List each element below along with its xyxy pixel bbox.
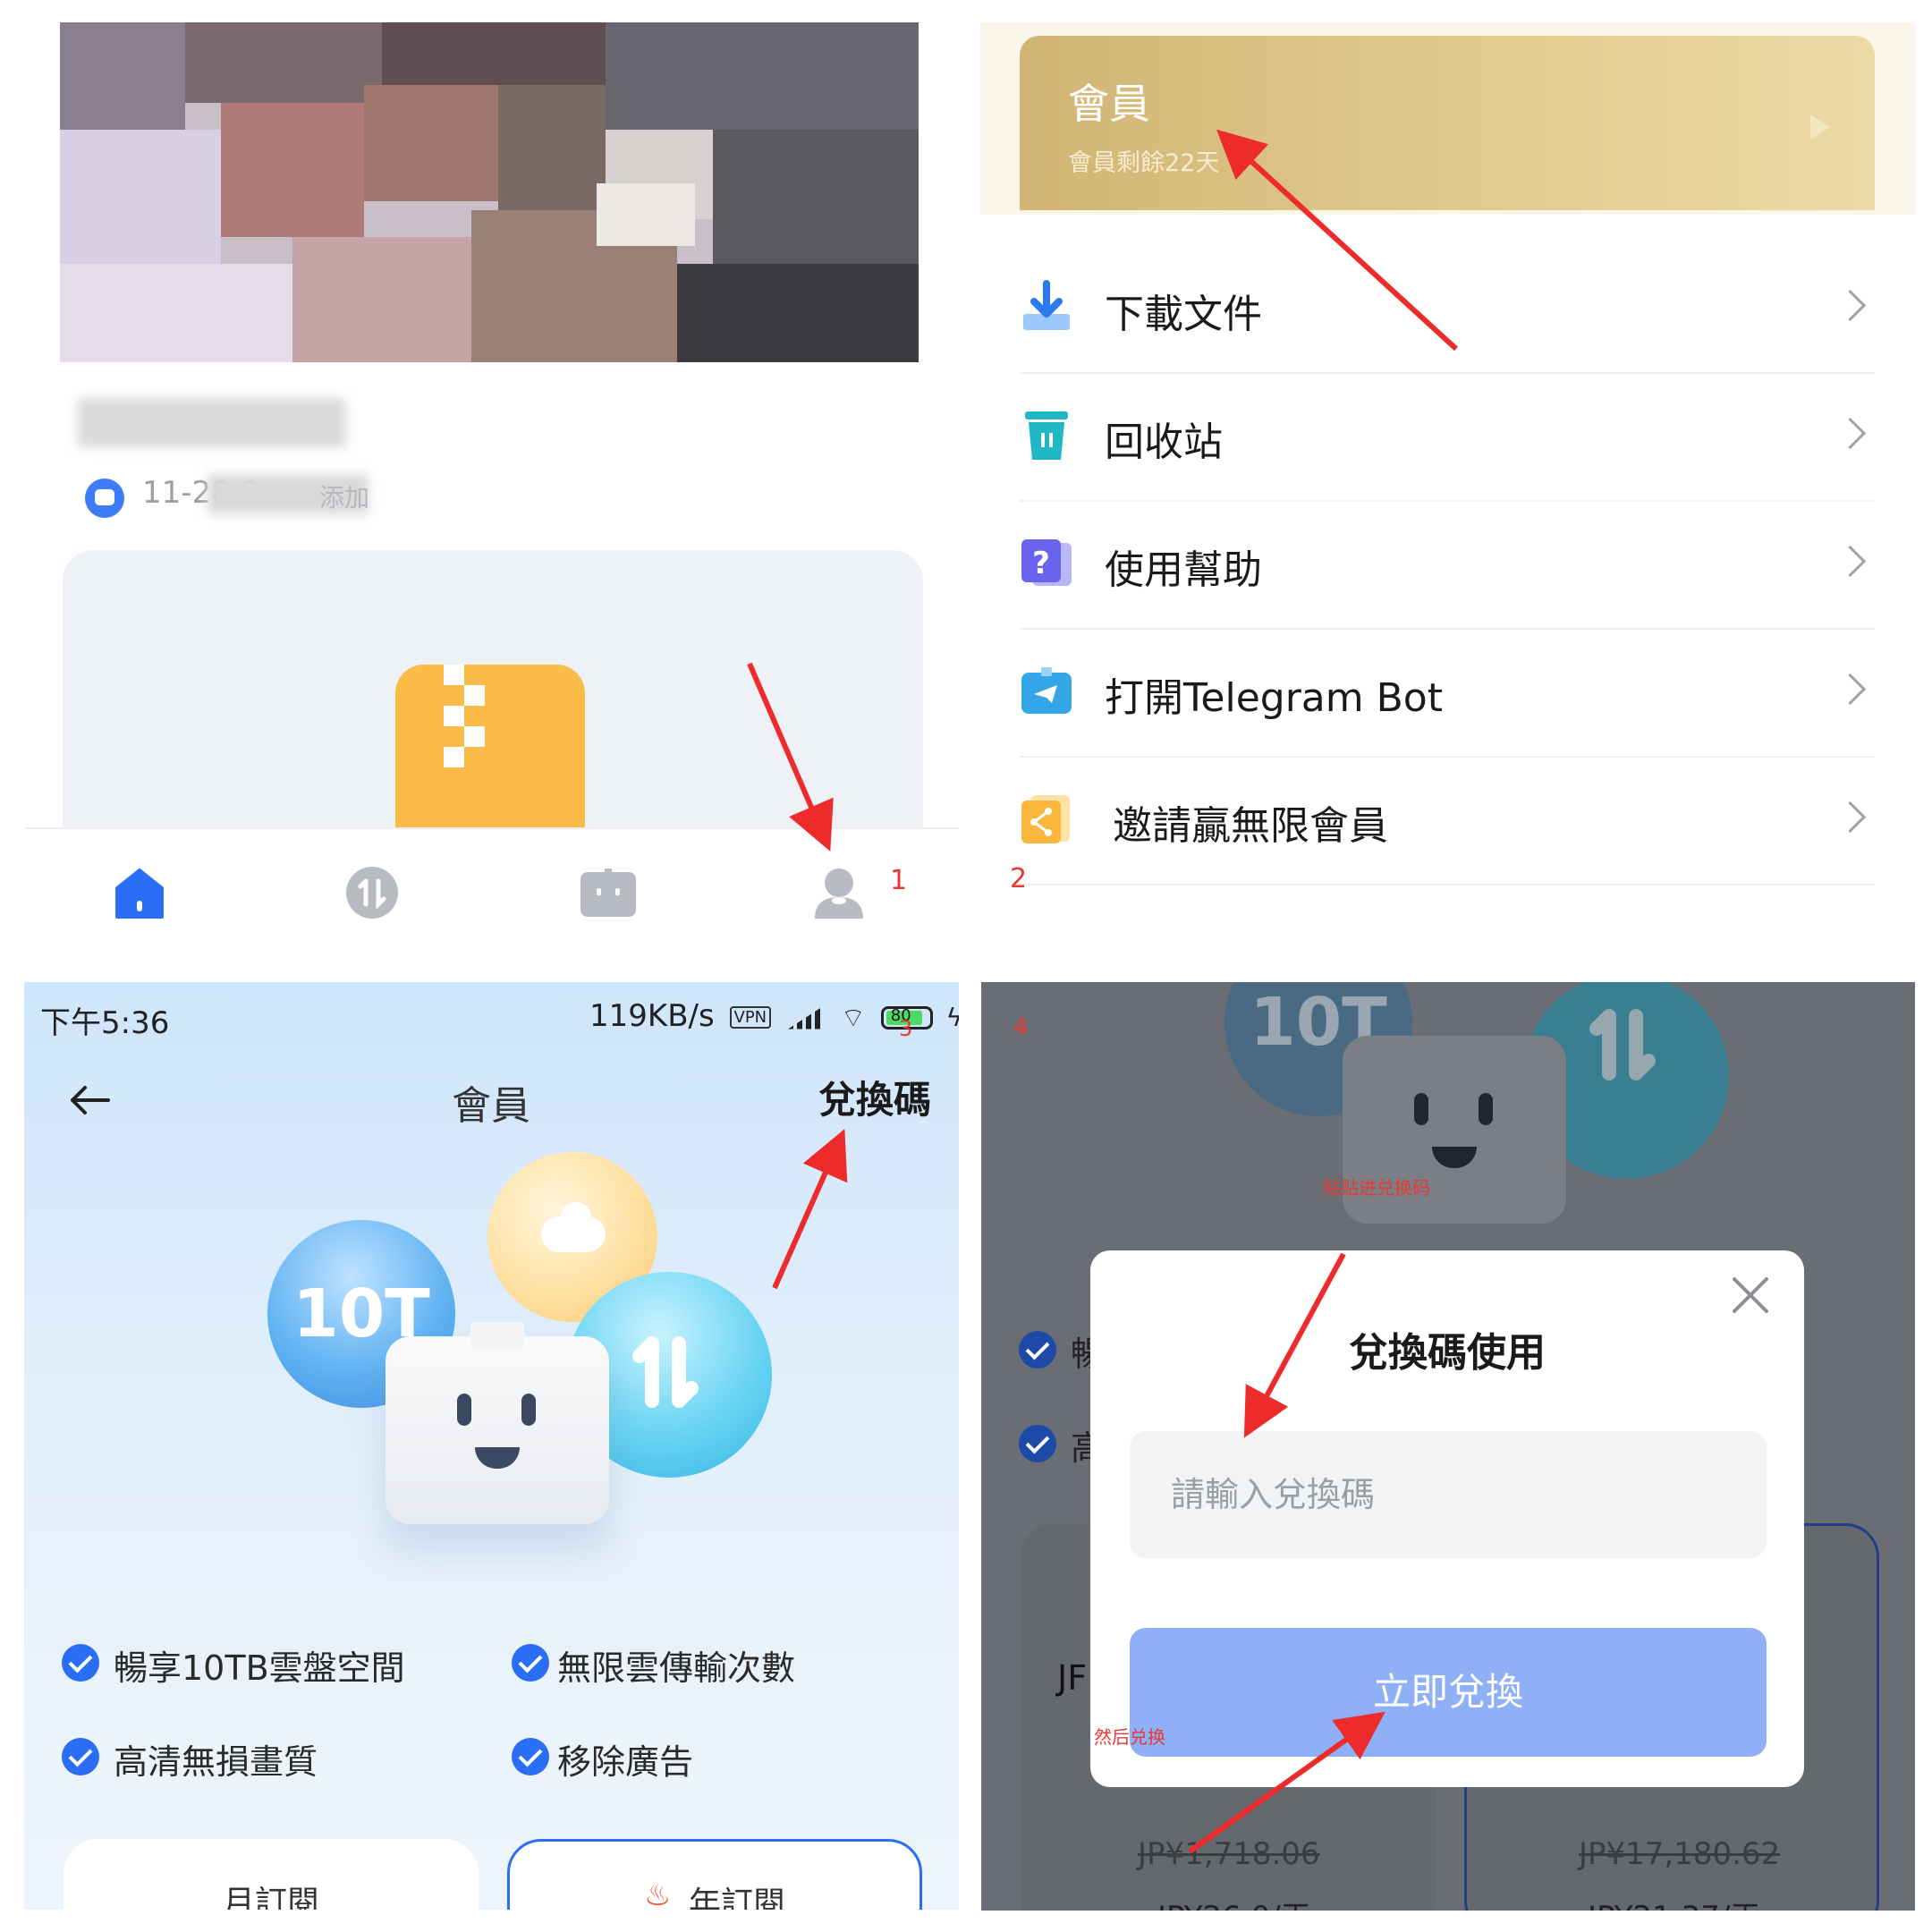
- old-price-yearly: JP¥17,180.62: [1579, 1836, 1781, 1872]
- svg-text:?: ?: [1032, 546, 1050, 581]
- menu-label: 邀請贏無限會員: [1113, 803, 1388, 849]
- vip-title: 會員: [1068, 80, 1150, 128]
- mascot-box: [386, 1322, 609, 1524]
- dialog-title: 兌換碼使用: [1349, 1330, 1546, 1376]
- redeem-code-link[interactable]: 兌換碼: [818, 1070, 931, 1124]
- check-icon: [512, 1644, 549, 1682]
- telegram-icon: [1020, 664, 1073, 717]
- vip-card[interactable]: 會員 會員剩餘22天: [1020, 36, 1875, 210]
- blurred-filename: [78, 398, 346, 447]
- chevron-right-icon: [1834, 673, 1867, 706]
- check-icon: [1019, 1425, 1056, 1462]
- check-icon: [62, 1738, 99, 1775]
- bot-icon: [85, 479, 124, 518]
- step-number-1: 1: [890, 865, 908, 896]
- check-icon: [62, 1644, 99, 1682]
- menu-item-trash[interactable]: 回收站: [1020, 372, 1875, 502]
- signal-icon: [787, 1005, 824, 1030]
- home-tab-icon[interactable]: [112, 865, 167, 920]
- menu-label: 打開Telegram Bot: [1105, 675, 1443, 721]
- share-icon: [1020, 792, 1073, 845]
- zip-file-icon: [395, 665, 585, 854]
- step-number-2: 2: [1010, 863, 1028, 894]
- status-time: 下午5:36: [40, 1005, 170, 1041]
- feature-storage: 暢享10TB雲盤空間: [114, 1648, 405, 1688]
- panel-2-profile-menu: 會員 會員剩餘22天 下載文件 回收站 ? 使用幫助 打開Telegram Bo…: [980, 22, 1915, 935]
- wifi-icon: ⌔: [840, 1002, 866, 1034]
- redeem-now-button[interactable]: 立即兌換: [1130, 1628, 1767, 1757]
- menu-item-invite[interactable]: 邀請贏無限會員: [1020, 756, 1875, 886]
- play-icon: [1810, 114, 1830, 140]
- download-icon: [1020, 280, 1073, 334]
- step-number-4: 4: [1013, 1014, 1029, 1041]
- file-added-label: 添加: [319, 483, 370, 513]
- mascot-mouth: [475, 1447, 520, 1469]
- vpn-badge: VPN: [729, 1006, 772, 1029]
- check-icon: [1019, 1331, 1056, 1368]
- chevron-right-icon: [1834, 545, 1867, 578]
- menu-item-download[interactable]: 下載文件: [1020, 244, 1875, 374]
- transfer-icon: [632, 1336, 699, 1408]
- menu-item-help[interactable]: ? 使用幫助: [1020, 500, 1875, 630]
- plan-label: 年訂閱: [689, 1885, 786, 1910]
- bottom-tab-bar: [24, 827, 959, 935]
- help-icon: ?: [1020, 536, 1073, 589]
- plan-monthly[interactable]: 月訂閱: [64, 1839, 479, 1910]
- note-then-redeem: 然后兑换: [1094, 1726, 1165, 1748]
- feature-no-ads: 移除廣告: [557, 1742, 694, 1782]
- vip-remaining: 會員剩餘22天: [1068, 149, 1220, 177]
- transfer-icon: [1589, 1009, 1656, 1080]
- chevron-right-icon: [1834, 801, 1867, 834]
- plan-yearly[interactable]: ♨ 年訂閱: [507, 1839, 922, 1910]
- chevron-right-icon: [1834, 289, 1867, 322]
- menu-label: 回收站: [1105, 419, 1223, 465]
- charging-icon: ϟ: [945, 1003, 959, 1032]
- redeem-dialog: 兌換碼使用 立即兌換: [1090, 1250, 1804, 1787]
- per-day-yearly: JPY21.37/天: [1588, 1893, 1760, 1911]
- mascot-eye: [457, 1394, 471, 1426]
- transfer-tab-icon[interactable]: [344, 865, 400, 920]
- step-number-3: 3: [899, 1016, 913, 1041]
- panel-4-redeem-dialog: 10T 暢 高 JF JP¥1,718.06 JP¥17,180.62 JPY2…: [981, 982, 1915, 1911]
- profile-tab-icon[interactable]: [811, 865, 867, 920]
- per-day-monthly: JPY26.0/天: [1157, 1893, 1311, 1911]
- mascot-eye: [521, 1394, 536, 1426]
- chevron-right-icon: [1834, 417, 1867, 450]
- feature-quality: 高清無損畫質: [114, 1742, 318, 1782]
- pixelated-thumbnail: [60, 22, 919, 362]
- feature-transfer: 無限雲傳輸次數: [557, 1648, 796, 1688]
- menu-label: 使用幫助: [1105, 547, 1262, 593]
- close-icon[interactable]: [1731, 1275, 1770, 1315]
- note-paste-code: 粘贴进兑换码: [1323, 1177, 1430, 1199]
- menu-label: 下載文件: [1105, 292, 1262, 337]
- check-icon: [512, 1738, 549, 1775]
- box-tab-icon[interactable]: [579, 865, 636, 920]
- page-title: 會員: [452, 1083, 530, 1129]
- redeem-code-input[interactable]: [1130, 1431, 1767, 1558]
- fire-icon: ♨: [644, 1877, 672, 1910]
- panel-1-files-home: 11-28 0 添加 1: [24, 22, 959, 935]
- trash-icon: [1020, 408, 1073, 462]
- menu-item-telegram[interactable]: 打開Telegram Bot: [1020, 628, 1875, 758]
- plan-label: 月訂閱: [223, 1885, 320, 1910]
- bg-currency: JF: [1057, 1658, 1088, 1698]
- back-arrow-icon[interactable]: [67, 1082, 112, 1118]
- network-speed: 119KB/s: [589, 998, 715, 1034]
- panel-3-membership-page: 下午5:36 119KB/s VPN ⌔ 80 ϟ 3 會員 兌換碼 10T 暢…: [24, 982, 959, 1910]
- old-price-monthly: JP¥1,718.06: [1138, 1836, 1320, 1872]
